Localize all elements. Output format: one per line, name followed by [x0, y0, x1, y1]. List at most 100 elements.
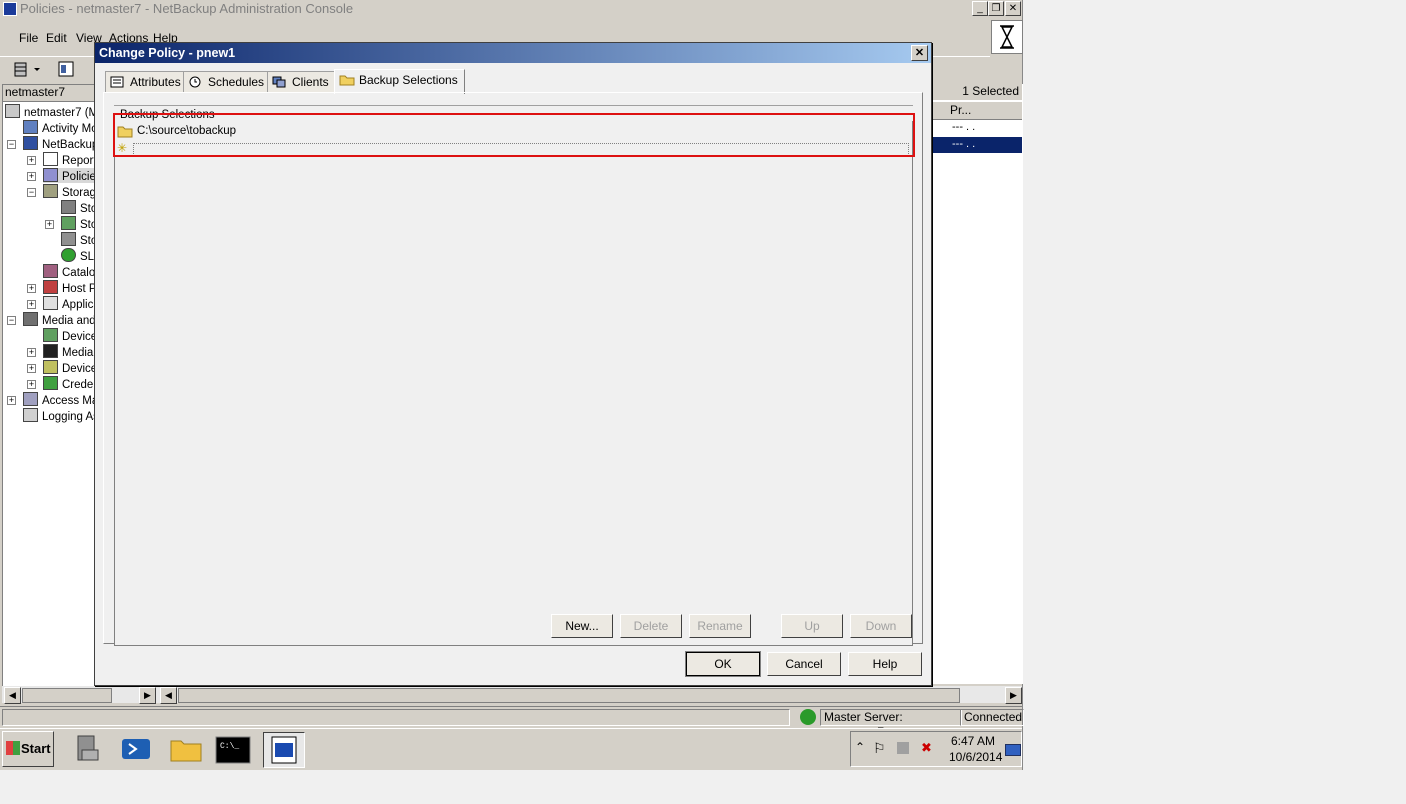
database-icon[interactable]	[12, 60, 30, 78]
tree-item-logging-assistant[interactable]: Logging As	[23, 408, 96, 423]
scroll-right-icon[interactable]: ▶	[1005, 687, 1022, 704]
tab-schedules[interactable]: Schedules	[183, 71, 272, 93]
powershell-icon[interactable]	[116, 732, 156, 766]
network-icon[interactable]	[897, 742, 909, 754]
expand-toggle[interactable]: +	[27, 156, 36, 165]
expand-toggle[interactable]: +	[45, 220, 54, 229]
tree-item-credentials[interactable]: Creder	[43, 376, 95, 391]
tab-clients[interactable]: Clients	[267, 71, 336, 93]
clock-date[interactable]: 10/6/2014	[949, 750, 1002, 764]
start-button[interactable]: Start	[2, 731, 54, 767]
minimize-button[interactable]: _	[972, 1, 988, 16]
attributes-icon	[110, 74, 124, 88]
storage-unit-icon	[61, 200, 76, 214]
selection-count-header: 1 Selected	[930, 84, 1022, 100]
expand-toggle[interactable]: +	[27, 364, 36, 373]
collapse-toggle[interactable]: −	[27, 188, 36, 197]
windows-logo-icon	[6, 741, 20, 755]
tree-item-reports[interactable]: Report	[43, 152, 96, 167]
dialog-title: Change Policy - pnew1	[99, 46, 236, 60]
folder-icon[interactable]	[166, 732, 206, 766]
tree-item-policies[interactable]: Policies	[43, 168, 96, 183]
tab-backup-selections[interactable]: Backup Selections	[334, 69, 465, 94]
tree-item-storage[interactable]: Storag	[43, 184, 95, 199]
tab-label: Schedules	[208, 75, 265, 89]
tree-item-storage-units[interactable]: Sto	[61, 200, 95, 215]
cancel-button[interactable]: Cancel	[767, 652, 841, 676]
tree-item-netmaster7[interactable]: netmaster7 (M	[5, 104, 95, 119]
delete-button[interactable]: Delete	[620, 614, 682, 638]
tree-item-catalog[interactable]: Catalo	[43, 264, 95, 279]
report-icon	[43, 152, 58, 166]
tree-header-label: netmaster7	[5, 85, 66, 99]
backup-selections-list[interactable]	[114, 121, 913, 646]
tab-attributes[interactable]: Attributes	[105, 71, 188, 93]
clock-time[interactable]: 6:47 AM	[951, 734, 995, 748]
hourglass-icon	[991, 20, 1023, 54]
expand-toggle[interactable]: +	[27, 348, 36, 357]
flag-icon[interactable]: ⚐	[873, 740, 886, 757]
rename-button[interactable]: Rename	[689, 614, 751, 638]
tree-item-media-and-device[interactable]: Media and	[23, 312, 96, 327]
volume-muted-icon[interactable]: ✖	[921, 740, 932, 756]
main-title-bar: Policies - netmaster7 - NetBackup Admini…	[0, 0, 1022, 18]
scroll-thumb[interactable]	[178, 688, 960, 703]
tree-item-label: Logging As	[42, 411, 96, 423]
tree-item-netbackup[interactable]: NetBackup	[23, 136, 95, 151]
tree-item-storage-lifecycle[interactable]: Sto	[61, 232, 95, 247]
command-prompt-icon[interactable]: C:\_	[213, 732, 253, 766]
dropdown-arrow-icon[interactable]	[32, 60, 42, 78]
scroll-right-icon[interactable]: ▶	[139, 687, 156, 704]
tree-item-devices[interactable]: Device	[43, 360, 96, 375]
access-icon	[23, 392, 38, 406]
dialog-close-button[interactable]: ✕	[911, 45, 928, 61]
new-button[interactable]: New...	[551, 614, 613, 638]
help-button[interactable]: Help	[848, 652, 922, 676]
tree-item-slp[interactable]: SLF	[61, 248, 95, 263]
column-header[interactable]: Pr...	[930, 102, 1022, 120]
tree-item-label: Catalo	[62, 267, 96, 279]
tree-item-host-properties[interactable]: Host Pr	[43, 280, 95, 295]
tree-item-media[interactable]: Media	[43, 344, 93, 359]
tree-item-label: Media and	[42, 315, 96, 327]
show-desktop-icon[interactable]	[1005, 744, 1021, 756]
tree-item-label: Report	[62, 155, 96, 167]
tree-item-storage-groups[interactable]: Sto	[61, 216, 95, 231]
tree-header: netmaster7	[2, 84, 96, 102]
expand-toggle[interactable]: +	[27, 380, 36, 389]
expand-toggle[interactable]: +	[7, 396, 16, 405]
view-toggle-icon[interactable]	[57, 60, 75, 78]
table-row-selected[interactable]: --- . .	[930, 137, 1022, 153]
collapse-toggle[interactable]: −	[7, 140, 16, 149]
menu-edit[interactable]: Edit	[46, 31, 67, 45]
menu-file[interactable]: File	[19, 31, 38, 45]
tree-item-label: Device	[62, 363, 96, 375]
down-button[interactable]: Down	[850, 614, 912, 638]
tree-item-label: Policies	[62, 171, 96, 183]
policy-list-pane	[930, 84, 1023, 684]
storage-icon	[43, 184, 58, 198]
scroll-left-icon[interactable]: ◀	[4, 687, 21, 704]
show-hidden-icons-icon[interactable]: ⌃	[855, 740, 865, 754]
expand-toggle[interactable]: +	[27, 172, 36, 181]
netbackup-console-icon[interactable]	[263, 732, 305, 768]
tree-item-applications[interactable]: Applica	[43, 296, 95, 311]
expand-toggle[interactable]: +	[27, 284, 36, 293]
scroll-thumb[interactable]	[22, 688, 112, 703]
tree-item-access-management[interactable]: Access Mar	[23, 392, 95, 407]
horizontal-scrollbar[interactable]: ◀ ▶ ◀ ▶	[2, 686, 1022, 704]
tree-item-activity-monitor[interactable]: Activity Mo	[23, 120, 95, 135]
collapse-toggle[interactable]: −	[7, 316, 16, 325]
restore-button[interactable]: ❐	[988, 1, 1004, 16]
clock-icon	[61, 248, 76, 262]
server-manager-icon[interactable]	[68, 732, 108, 766]
expand-toggle[interactable]: +	[27, 300, 36, 309]
ok-button[interactable]: OK	[685, 651, 761, 677]
table-row[interactable]: --- . .	[930, 120, 1022, 136]
close-button[interactable]: ✕	[1005, 1, 1021, 16]
catalog-icon	[43, 264, 58, 278]
tree-item-device-monitor[interactable]: Device	[43, 328, 95, 343]
up-button[interactable]: Up	[781, 614, 843, 638]
scroll-left-icon[interactable]: ◀	[160, 687, 177, 704]
connection-status: Connected	[960, 709, 1024, 726]
